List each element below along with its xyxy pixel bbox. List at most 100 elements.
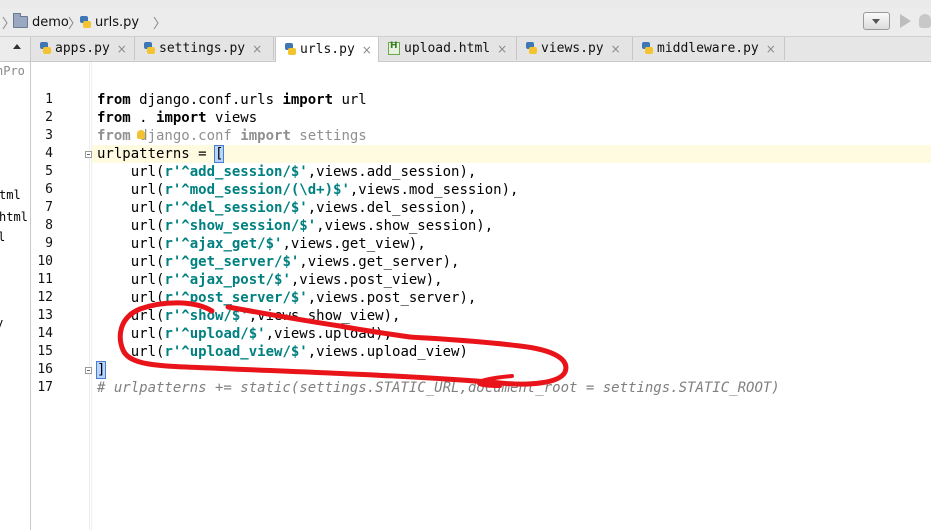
breadcrumb-urls-py[interactable]: urls.py	[79, 13, 139, 31]
line-number: 17	[37, 380, 53, 395]
code-line[interactable]: urlpatterns = [	[97, 145, 225, 163]
code-line[interactable]: from . import views	[97, 109, 257, 127]
code-token: url(	[97, 254, 165, 270]
code-line[interactable]: url(r'^show/$',views.show_view),	[97, 307, 401, 325]
line-number: 1	[45, 92, 53, 107]
keyword: import	[240, 128, 291, 144]
keyword: import	[156, 110, 207, 126]
breadcrumb-separator-icon	[68, 15, 74, 30]
navigation-bar: demo urls.py	[0, 8, 931, 37]
code-line[interactable]: url(r'^upload_view/$',views.upload_view)	[97, 343, 468, 361]
breadcrumb-label: urls.py	[95, 14, 140, 30]
close-tab-icon[interactable]: ×	[497, 42, 507, 56]
line-number: 8	[45, 218, 53, 233]
string-literal: r'^ajax_get/$'	[164, 236, 283, 252]
keyword: from	[97, 92, 131, 108]
code-line[interactable]: url(r'^add_session/$',views.add_session)…	[97, 163, 477, 181]
run-config-dropdown-button[interactable]	[863, 12, 890, 30]
tab-settings-py[interactable]: settings.py ×	[135, 37, 274, 60]
keyword: import	[282, 92, 334, 108]
tab-label: apps.py	[55, 41, 110, 56]
code-token: url(	[97, 272, 165, 288]
breadcrumb-separator-icon	[2, 15, 8, 30]
close-tab-icon[interactable]: ×	[611, 42, 621, 56]
string-literal: r'^upload_view/$'	[164, 344, 308, 360]
string-literal: r'^add_session/$'	[164, 164, 308, 180]
tab-upload-html[interactable]: upload.html ×	[380, 37, 517, 60]
code-line[interactable]: # urlpatterns += static(settings.STATIC_…	[97, 379, 780, 397]
python-file-icon	[79, 15, 91, 29]
project-tree-item[interactable]: y	[0, 316, 3, 330]
code-editor[interactable]: 1 2 3 4 5 6 7 8 9 10 11 12 13 14 15 16 17 from django.co…	[31, 62, 931, 530]
collapse-icon[interactable]	[13, 44, 21, 49]
project-tree-item[interactable]: html	[0, 210, 28, 224]
code-line[interactable]: url(r'^ajax_get/$',views.get_view),	[97, 235, 426, 253]
string-literal: r'^ajax_post/$'	[164, 272, 291, 288]
line-number: 11	[37, 272, 53, 287]
folder-icon	[13, 13, 28, 28]
code-token: url	[333, 92, 367, 108]
code-token: url(	[97, 218, 165, 234]
string-literal: r'^show/$'	[164, 308, 249, 324]
string-literal: r'^get_server/$'	[164, 254, 300, 270]
line-number: 7	[45, 200, 53, 215]
code-line[interactable]: url(r'^get_server/$',views.get_server),	[97, 253, 460, 271]
fold-marker-icon[interactable]	[85, 367, 92, 374]
code-line[interactable]: url(r'^ajax_post/$',views.post_view),	[97, 271, 443, 289]
tab-label: urls.py	[300, 42, 355, 57]
code-token: django.conf.urls	[130, 92, 283, 108]
project-panel-header	[0, 37, 30, 62]
tab-label: views.py	[541, 41, 604, 56]
python-file-icon	[525, 42, 537, 55]
code-token: ,views.post_server),	[307, 290, 477, 306]
close-tab-icon[interactable]: ×	[362, 43, 372, 57]
run-icon[interactable]	[900, 14, 911, 28]
code-line[interactable]: url(r'^del_session/$',views.del_session)…	[97, 199, 477, 217]
code-token: ,views.upload),	[265, 326, 393, 342]
tab-apps-py[interactable]: apps.py ×	[31, 37, 135, 60]
code-line[interactable]: url(r'^upload/$',views.upload),	[97, 325, 392, 343]
string-literal: r'^show_session/$'	[164, 218, 317, 234]
tab-middleware-py[interactable]: middleware.py ×	[633, 37, 785, 60]
code-token: django.conf	[130, 128, 241, 144]
tab-label: settings.py	[159, 41, 246, 56]
debug-icon[interactable]	[919, 14, 931, 28]
lightbulb-icon[interactable]	[137, 130, 145, 139]
python-file-icon	[284, 43, 296, 56]
line-number: 4	[45, 146, 53, 161]
string-literal: r'^mod_session/(\d+)$'	[164, 182, 350, 198]
fold-marker-icon[interactable]	[85, 151, 92, 158]
editor-tab-bar: apps.py × settings.py × urls.py × upload…	[31, 37, 931, 62]
menu-bar[interactable]	[0, 0, 931, 8]
string-literal: r'^upload/$'	[164, 326, 266, 342]
code-token: ,views.show_view),	[248, 308, 401, 324]
code-token: url(	[97, 200, 165, 216]
project-tree-item[interactable]: tml	[0, 188, 21, 202]
tab-urls-py[interactable]: urls.py ×	[275, 37, 379, 62]
code-token: [	[213, 145, 225, 163]
project-tree-item[interactable]: nPro	[0, 64, 25, 78]
close-tab-icon[interactable]: ×	[117, 42, 127, 56]
code-comment: # urlpatterns += static(settings.STATIC_…	[97, 380, 780, 396]
code-token: url(	[97, 164, 165, 180]
project-tree-item[interactable]: l	[0, 230, 5, 244]
code-line[interactable]: url(r'^post_server/$',views.post_server)…	[97, 289, 477, 307]
line-number: 5	[45, 164, 53, 179]
close-tab-icon[interactable]: ×	[252, 42, 262, 56]
fold-line	[89, 62, 90, 530]
python-file-icon	[143, 42, 155, 55]
string-literal: r'^del_session/$'	[164, 200, 308, 216]
code-line[interactable]: url(r'^mod_session/(\d+)$',views.mod_ses…	[97, 181, 519, 199]
tab-views-py[interactable]: views.py ×	[517, 37, 633, 60]
close-tab-icon[interactable]: ×	[766, 42, 776, 56]
code-token: ,views.add_session),	[307, 164, 477, 180]
code-token: url(	[97, 308, 165, 324]
code-line[interactable]: from django.conf.urls import url	[97, 91, 367, 109]
line-number: 10	[37, 254, 53, 269]
code-line[interactable]: url(r'^show_session/$',views.show_sessio…	[97, 217, 493, 235]
code-line[interactable]: ]	[95, 361, 107, 379]
code-token: ]	[95, 361, 107, 379]
line-number: 13	[37, 308, 53, 323]
keyword: from	[97, 110, 131, 126]
breadcrumb-demo[interactable]: demo	[13, 13, 69, 31]
